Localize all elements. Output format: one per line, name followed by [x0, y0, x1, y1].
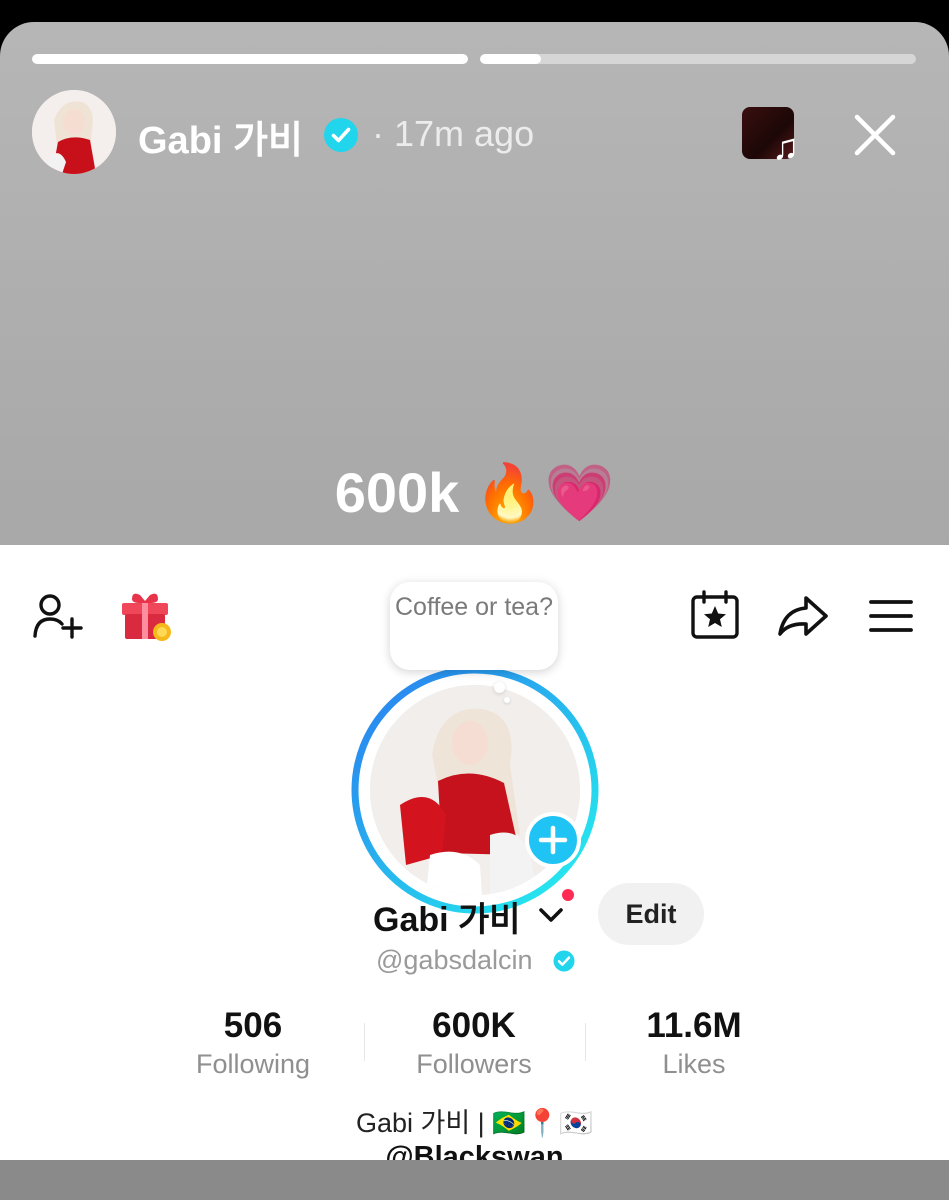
stat-value: 506 — [223, 1006, 283, 1045]
verified-icon — [553, 950, 575, 972]
stat-label: Followers — [416, 1049, 532, 1079]
stat-following[interactable]: 506 Following — [153, 1005, 353, 1081]
note-dot — [504, 697, 510, 703]
stat-label: Following — [195, 1049, 311, 1079]
stat-divider — [585, 1023, 586, 1061]
notification-dot — [562, 889, 574, 901]
music-button[interactable]: ♫ — [742, 107, 806, 167]
verified-icon — [324, 118, 358, 152]
story-viewer[interactable]: Gabi 가비 · 17m ago ♫ 600k 🔥💗 Coffee or te… — [0, 22, 949, 1200]
story-caption: 600k 🔥💗 — [334, 461, 615, 524]
stat-likes[interactable]: 11.6M Likes — [594, 1005, 794, 1081]
stat-value: 11.6M — [646, 1006, 742, 1045]
calendar-star-icon[interactable] — [690, 590, 740, 640]
profile-handle: @gabsdalcin — [376, 945, 533, 975]
story-progress-fill — [32, 54, 468, 64]
avatar-image — [32, 90, 116, 174]
stat-label: Likes — [662, 1049, 726, 1079]
menu-icon[interactable] — [868, 598, 914, 634]
story-author-avatar[interactable] — [32, 90, 116, 174]
stat-followers[interactable]: 600K Followers — [374, 1005, 574, 1081]
profile-note-text: Coffee or tea? — [395, 593, 553, 621]
share-icon[interactable] — [776, 594, 830, 638]
profile-display-name: Gabi 가비 — [373, 901, 521, 939]
story-author-name[interactable]: Gabi 가비 — [138, 109, 303, 164]
close-icon[interactable] — [852, 112, 898, 158]
music-note-icon: ♫ — [772, 126, 799, 167]
add-user-icon[interactable] — [32, 592, 84, 640]
profile-screenshot: Coffee or tea? Gabi 가비 Edit @gabsdalcin … — [0, 545, 949, 1173]
story-timestamp: · 17m ago — [372, 113, 535, 154]
story-progress-1 — [32, 54, 468, 64]
story-progress-fill — [480, 54, 542, 64]
gift-icon[interactable] — [118, 589, 174, 643]
story-progress-2 — [480, 54, 916, 64]
chevron-down-icon[interactable] — [536, 901, 566, 929]
stat-value: 600K — [432, 1006, 516, 1045]
profile-bio: Gabi 가비 | 🇧🇷📍🇰🇷 — [355, 1108, 594, 1138]
bottom-bar — [0, 1160, 949, 1200]
edit-profile-button[interactable]: Edit — [598, 883, 704, 945]
stat-divider — [364, 1023, 365, 1061]
note-dot — [494, 682, 505, 693]
profile-note-bubble[interactable]: Coffee or tea? — [390, 582, 558, 670]
plus-icon[interactable] — [525, 812, 581, 868]
